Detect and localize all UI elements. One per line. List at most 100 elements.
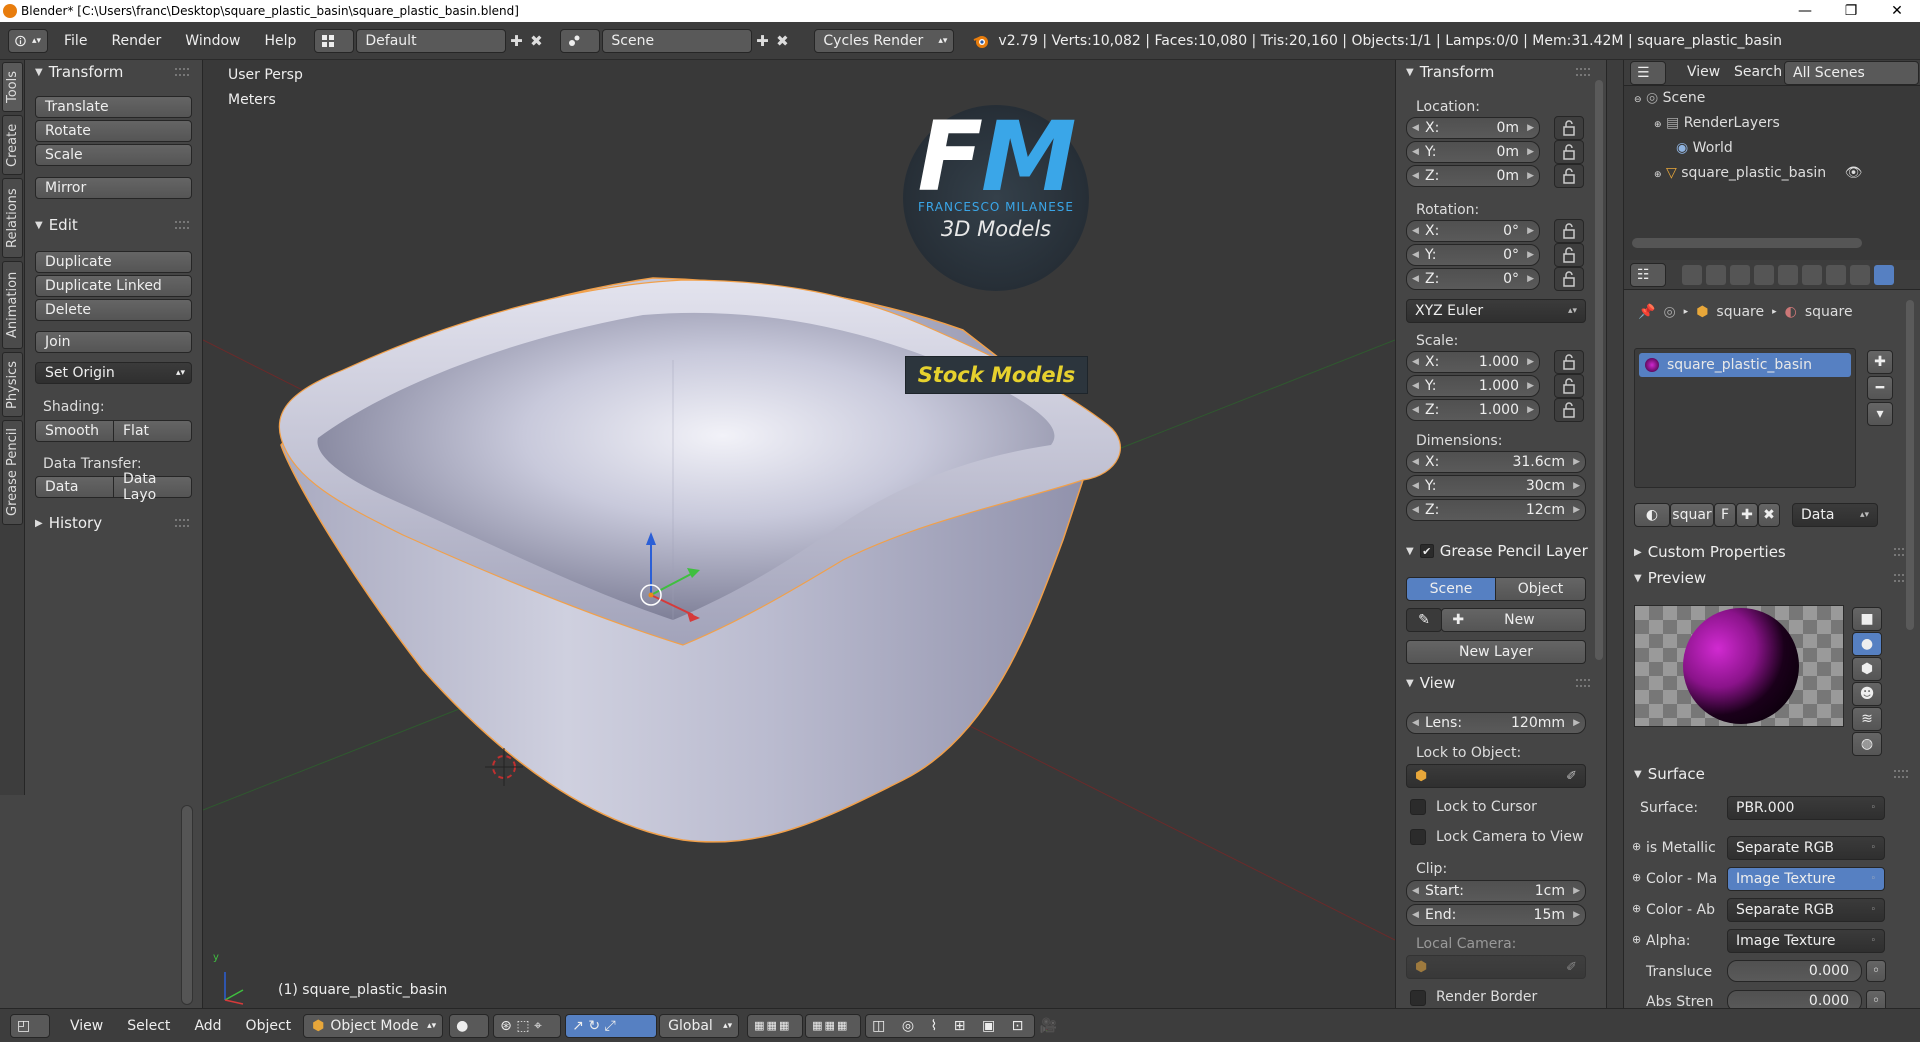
dimension-z-field[interactable]: ◀ Z: 12cm ▶	[1406, 499, 1586, 521]
clip-start-field[interactable]: ◀ Start: 1cm ▶	[1406, 880, 1586, 902]
lock-rotation-z-toggle[interactable]	[1554, 267, 1584, 291]
new-layer-button[interactable]: New Layer	[1406, 640, 1586, 664]
render-engine-select[interactable]: Cycles Render ▴▾	[814, 28, 955, 53]
lock-to-cursor-checkbox[interactable]	[1410, 799, 1426, 815]
scale-x-field[interactable]: ◀ X: 1.000 ▶	[1406, 351, 1540, 373]
material-slot-list[interactable]: square_plastic_basin	[1634, 348, 1856, 488]
drag-grip-icon[interactable]	[175, 221, 189, 229]
add-scene-icon[interactable]: ✚	[752, 31, 772, 51]
input-metallic-select[interactable]: Separate RGB ◦	[1727, 836, 1885, 860]
scene-tab-icon[interactable]	[1730, 265, 1750, 285]
world-tab-icon[interactable]	[1754, 265, 1774, 285]
increment-icon[interactable]: ▶	[1527, 357, 1534, 367]
editor-type-info-button[interactable]: ▴▾	[8, 28, 48, 53]
preview-header[interactable]: ▼ Preview	[1624, 566, 1914, 590]
pin-icon[interactable]: 📌	[1638, 304, 1655, 320]
preview-hair-icon[interactable]: ≋	[1852, 707, 1882, 731]
grease-pencil-object-toggle[interactable]: Object	[1495, 577, 1586, 601]
increment-icon[interactable]: ▶	[1527, 381, 1534, 391]
duplicate-linked-button[interactable]: Duplicate Linked	[35, 275, 192, 297]
unlink-material-button[interactable]: ✖	[1758, 503, 1780, 527]
menu-render[interactable]: Render	[111, 33, 161, 49]
location-z-field[interactable]: ◀ Z: 0m ▶	[1406, 165, 1540, 187]
decrement-icon[interactable]: ◀	[1412, 357, 1419, 367]
location-x-field[interactable]: ◀ X: 0m ▶	[1406, 117, 1540, 139]
local-camera-field[interactable]: ⬢ ✐	[1406, 955, 1586, 979]
material-tab-icon[interactable]	[1874, 265, 1894, 285]
lock-location-x-toggle[interactable]	[1554, 116, 1584, 140]
lock-scale-z-toggle[interactable]	[1554, 398, 1584, 422]
lock-location-y-toggle[interactable]	[1554, 140, 1584, 164]
slot-specials-button[interactable]: ▾	[1867, 402, 1893, 426]
tab-grease-pencil[interactable]: Grease Pencil	[2, 420, 23, 525]
properties-editor-type-button[interactable]: ☷	[1630, 263, 1666, 287]
lock-scale-x-toggle[interactable]	[1554, 350, 1584, 374]
screen-layout-button[interactable]	[314, 28, 355, 53]
expand-input-icon[interactable]: ⊕	[1632, 840, 1641, 853]
input-color-ab-select[interactable]: Separate RGB ◦	[1727, 898, 1885, 922]
increment-icon[interactable]: ▶	[1527, 226, 1534, 236]
close-button[interactable]: ✕	[1874, 0, 1920, 22]
transform-orientation-select[interactable]: Global ▴▾	[659, 1013, 740, 1038]
outliner-editor-type-button[interactable]: ☰	[1630, 61, 1666, 85]
data-tab-icon[interactable]	[1850, 265, 1870, 285]
eyedropper-icon[interactable]: ✐	[1566, 769, 1577, 784]
preview-sphere-icon[interactable]: ●	[1852, 632, 1882, 656]
shade-flat-button[interactable]: Flat	[113, 420, 192, 442]
shade-smooth-button[interactable]: Smooth	[35, 420, 114, 442]
expand-input-icon[interactable]: ⊕	[1632, 871, 1641, 884]
pivot-and-manipulator-group[interactable]: ⊛ ⬚ ⌖	[493, 1013, 562, 1038]
decrement-icon[interactable]: ◀	[1412, 481, 1419, 491]
dimension-x-field[interactable]: ◀ X: 31.6cm ▶	[1406, 451, 1586, 473]
increment-icon[interactable]: ▶	[1573, 718, 1580, 728]
decrement-icon[interactable]: ◀	[1412, 910, 1419, 920]
drag-grip-icon[interactable]	[1576, 679, 1590, 687]
translate-button[interactable]: Translate	[35, 96, 192, 118]
input-alpha-select[interactable]: Image Texture ◦	[1727, 929, 1885, 953]
drag-grip-icon[interactable]	[1576, 68, 1590, 76]
increment-icon[interactable]: ▶	[1527, 147, 1534, 157]
modifiers-tab-icon[interactable]	[1826, 265, 1846, 285]
eyedropper-icon[interactable]: ✐	[1566, 960, 1577, 975]
interaction-mode-select[interactable]: ⬢ Object Mode ▴▾	[303, 1013, 444, 1038]
decrement-icon[interactable]: ◀	[1412, 226, 1419, 236]
data-layout-button[interactable]: Data Layo	[113, 471, 192, 503]
lock-location-z-toggle[interactable]	[1554, 164, 1584, 188]
menu-file[interactable]: File	[64, 33, 87, 49]
render-layers-tab-icon[interactable]	[1706, 265, 1726, 285]
scene-name-field[interactable]: Scene	[602, 28, 753, 53]
increment-icon[interactable]: ▶	[1573, 481, 1580, 491]
lock-object-field[interactable]: ⬢ ✐	[1406, 764, 1586, 788]
tab-physics[interactable]: Physics	[2, 352, 23, 417]
decrement-icon[interactable]: ◀	[1412, 718, 1419, 728]
increment-icon[interactable]: ▶	[1573, 886, 1580, 896]
material-slot-item[interactable]: square_plastic_basin	[1639, 353, 1851, 377]
render-border-checkbox[interactable]	[1410, 990, 1426, 1006]
clip-end-field[interactable]: ◀ End: 15m ▶	[1406, 904, 1586, 926]
edit-panel-header[interactable]: ▼ Edit	[25, 213, 195, 237]
3d-view-editor-type-button[interactable]: ◰	[10, 1013, 50, 1038]
outliner-item-basin[interactable]: ⊕ ▽ square_plastic_basin 👁	[1654, 165, 1862, 181]
properties-scrollbar[interactable]	[1906, 300, 1914, 630]
scene-selector-button[interactable]	[560, 28, 601, 53]
menu-help[interactable]: Help	[264, 33, 296, 49]
fake-user-button[interactable]: F	[1714, 503, 1736, 527]
view-panel-header[interactable]: ▼ View	[1396, 671, 1596, 695]
object-tab-icon[interactable]	[1778, 265, 1798, 285]
decrement-icon[interactable]: ◀	[1412, 274, 1419, 284]
add-layout-icon[interactable]: ✚	[506, 31, 526, 51]
grease-pencil-scene-toggle[interactable]: Scene	[1406, 577, 1496, 601]
remove-scene-icon[interactable]: ✖	[772, 31, 792, 51]
increment-icon[interactable]: ▶	[1527, 123, 1534, 133]
data-transfer-button[interactable]: Data	[35, 476, 114, 498]
n-transform-header[interactable]: ▼ Transform	[1396, 60, 1596, 84]
menu-select[interactable]: Select	[127, 1018, 170, 1034]
minimize-button[interactable]: —	[1782, 0, 1828, 22]
preview-monkey-icon[interactable]: ☻	[1852, 682, 1882, 706]
expand-input-icon[interactable]: ⊕	[1632, 933, 1641, 946]
scale-z-field[interactable]: ◀ Z: 1.000 ▶	[1406, 399, 1540, 421]
lock-camera-checkbox[interactable]	[1410, 829, 1426, 845]
set-origin-menu[interactable]: Set Origin ▴▾	[35, 362, 192, 384]
snapping-and-render-tools[interactable]: ◫ ◎ ⌇ ⊞ ▣ ⊡ 🎥	[865, 1013, 1057, 1038]
layout-name-field[interactable]: Default	[356, 28, 507, 53]
